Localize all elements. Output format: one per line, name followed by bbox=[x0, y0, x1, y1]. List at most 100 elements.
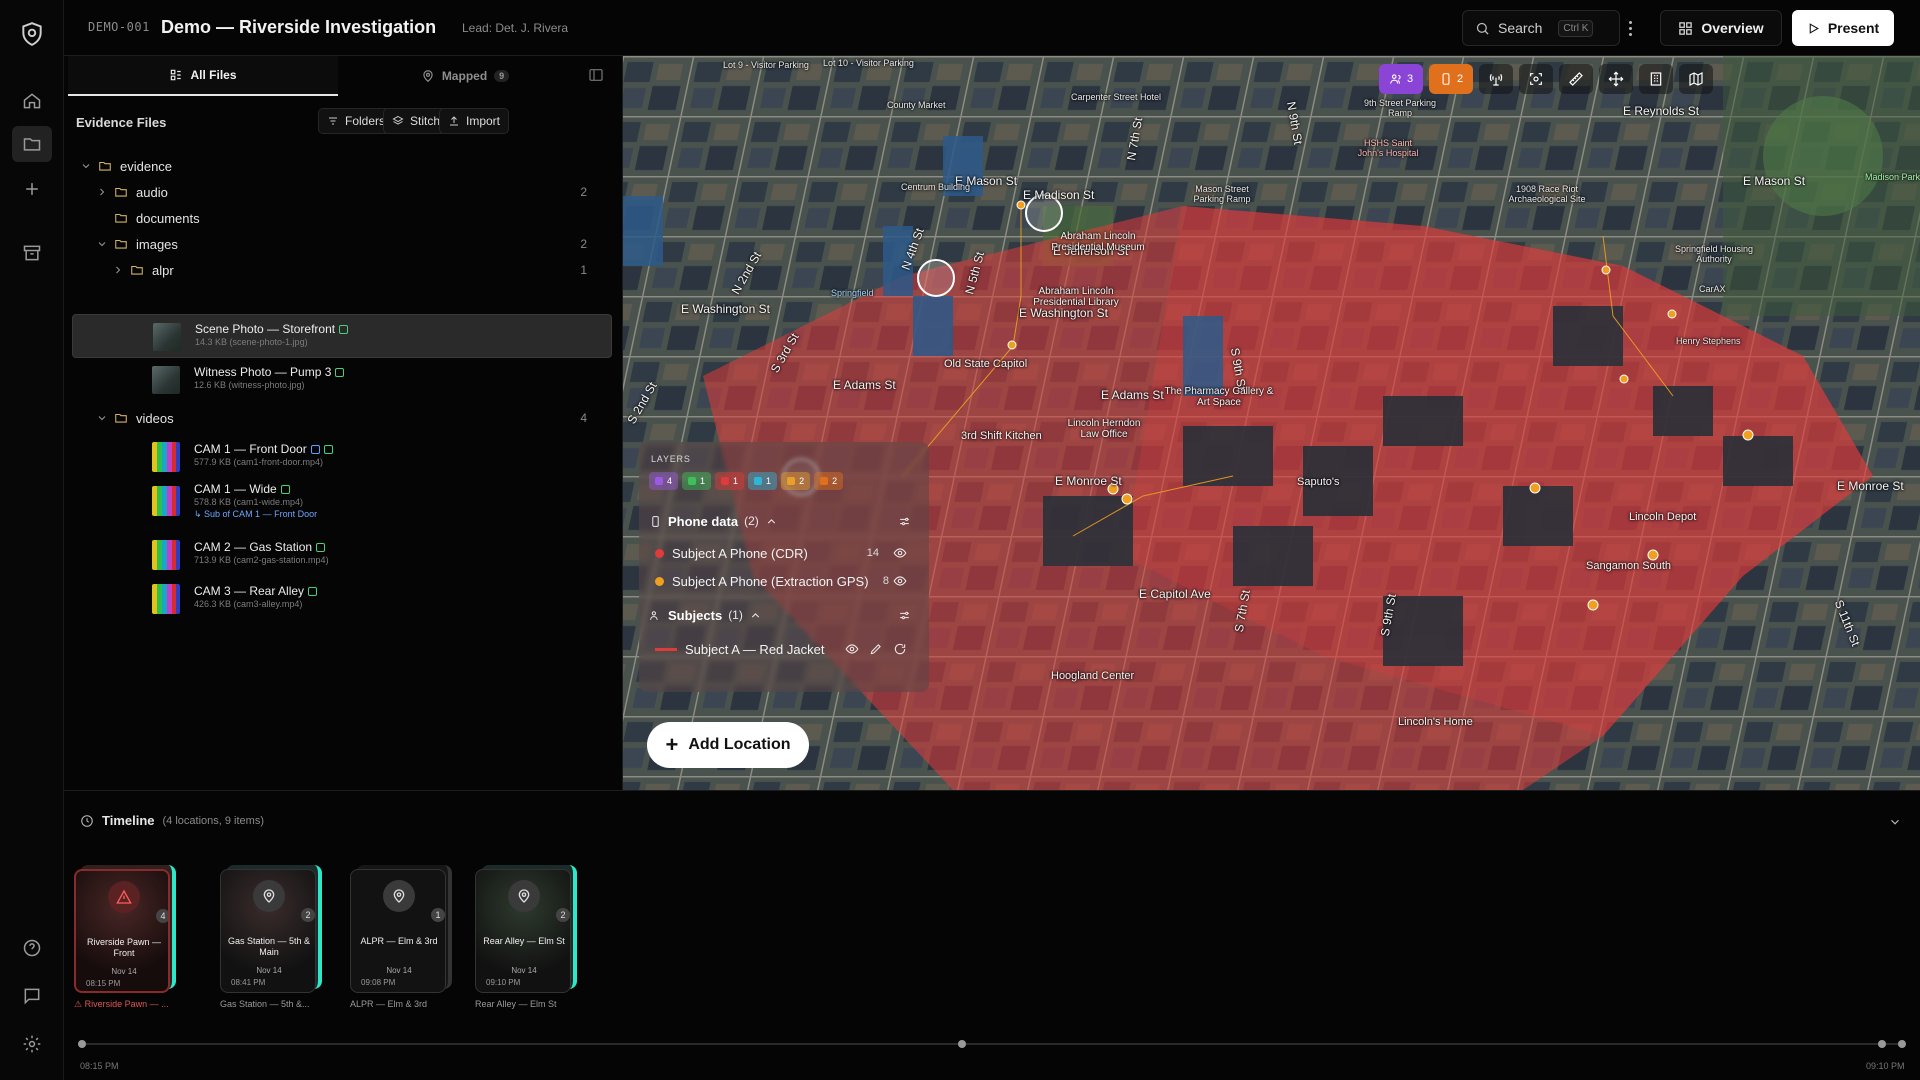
scrubber-marker[interactable] bbox=[958, 1040, 966, 1048]
poi-label[interactable]: 3rd Shift Kitchen bbox=[961, 430, 1042, 442]
poi-label[interactable]: Abraham Lincoln Presidential Museum bbox=[1043, 231, 1153, 253]
collapse-panel-icon[interactable] bbox=[588, 67, 606, 85]
measure-button[interactable] bbox=[1559, 64, 1593, 94]
scrubber-marker[interactable] bbox=[1878, 1040, 1886, 1048]
buildings-button[interactable] bbox=[1639, 64, 1673, 94]
folder-count: 4 bbox=[580, 411, 587, 425]
layer-chip[interactable]: 1 bbox=[715, 472, 745, 490]
search-button[interactable]: Search Ctrl K bbox=[1462, 10, 1620, 46]
folder-documents[interactable]: documents bbox=[64, 204, 623, 232]
shield-logo-icon[interactable] bbox=[18, 20, 46, 48]
layer-chip[interactable]: 1 bbox=[748, 472, 778, 490]
chevron-right-icon bbox=[100, 188, 105, 196]
add-icon[interactable] bbox=[19, 176, 45, 202]
phone-layer-item[interactable]: Subject A Phone (CDR) 14 bbox=[649, 540, 919, 566]
tab-all-files[interactable]: All Files bbox=[68, 56, 338, 96]
focus-button[interactable] bbox=[1519, 64, 1553, 94]
cell-tower-button[interactable] bbox=[1479, 64, 1513, 94]
timeline-card[interactable]: 1 ALPR — Elm & 3rd Nov 14 09:08 PM ALPR … bbox=[350, 865, 452, 1009]
mapped-badge-icon bbox=[316, 543, 326, 552]
file-row[interactable]: CAM 3 — Rear Alley 426.3 KB (cam3-alley.… bbox=[72, 574, 612, 618]
overview-button[interactable]: Overview bbox=[1660, 10, 1782, 46]
search-shortcut: Ctrl K bbox=[1558, 19, 1594, 37]
feedback-icon[interactable] bbox=[19, 983, 45, 1009]
timeline-scrubber[interactable] bbox=[78, 1040, 1906, 1048]
subject-layer-item[interactable]: Subject A — Red Jacket bbox=[649, 636, 919, 662]
poi-label[interactable]: Old State Capitol bbox=[944, 358, 1027, 370]
more-menu-icon[interactable] bbox=[1620, 16, 1640, 40]
poi-label[interactable]: Henry Stephens bbox=[1676, 336, 1741, 346]
subjects-layer-toggle[interactable]: 3 bbox=[1379, 64, 1423, 94]
timeline-card[interactable]: 2 Rear Alley — Elm St Nov 14 09:10 PM Re… bbox=[475, 865, 577, 1009]
poi-label[interactable]: Saputo's bbox=[1297, 476, 1339, 488]
folder-evidence[interactable]: evidence bbox=[64, 152, 623, 180]
file-meta: 14.3 KB (scene-photo-1.jpg) bbox=[195, 337, 308, 347]
card-caption: Rear Alley — Elm St bbox=[475, 999, 557, 1009]
street-label: E Madison St bbox=[1023, 188, 1095, 202]
archive-icon[interactable] bbox=[19, 240, 45, 266]
folder-images[interactable]: images 2 bbox=[64, 230, 623, 258]
file-meta: 426.3 KB (cam3-alley.mp4) bbox=[194, 599, 303, 609]
map-pin-icon bbox=[508, 880, 540, 912]
layer-chip[interactable]: 2 bbox=[814, 472, 844, 490]
folder-count: 2 bbox=[580, 185, 587, 199]
present-button[interactable]: Present bbox=[1792, 10, 1894, 46]
tab-mapped[interactable]: Mapped 9 bbox=[340, 56, 590, 96]
import-button[interactable]: Import bbox=[439, 108, 510, 134]
street-label: E Washington St bbox=[681, 302, 770, 316]
poi-label[interactable]: Abraham Lincoln Presidential Library bbox=[1021, 286, 1131, 308]
mapped-badge-icon bbox=[280, 485, 290, 494]
home-icon[interactable] bbox=[19, 88, 45, 114]
chevron-right-icon bbox=[116, 266, 121, 274]
scrubber-marker[interactable] bbox=[78, 1040, 86, 1048]
case-title[interactable]: Demo — Riverside Investigation bbox=[161, 17, 436, 38]
folder-videos[interactable]: videos 4 bbox=[64, 404, 623, 432]
poi-label: County Market bbox=[887, 100, 946, 110]
eye-icon[interactable] bbox=[845, 642, 859, 656]
poi-label[interactable]: Lincoln Herndon Law Office bbox=[1059, 418, 1149, 440]
sliders-icon[interactable] bbox=[898, 609, 911, 622]
phone-data-section-header[interactable]: Phone data (2) bbox=[649, 506, 919, 536]
pan-button[interactable] bbox=[1599, 64, 1633, 94]
file-row[interactable]: CAM 1 — Wide 578.8 KB (cam1-wide.mp4) ↳ … bbox=[72, 476, 612, 520]
phone-layer-count: 8 bbox=[882, 575, 889, 587]
file-row[interactable]: CAM 1 — Front Door 577.9 KB (cam1-front-… bbox=[72, 432, 612, 476]
layer-chip[interactable]: 4 bbox=[649, 472, 679, 490]
file-sub-link[interactable]: ↳ Sub of CAM 1 — Front Door bbox=[194, 509, 317, 520]
card-date: Nov 14 bbox=[111, 967, 137, 976]
mapped-badge-icon bbox=[339, 325, 349, 334]
subject-layer-label: Subject A — Red Jacket bbox=[685, 641, 825, 657]
file-row[interactable]: Witness Photo — Pump 3 12.6 KB (witness-… bbox=[72, 358, 612, 402]
subjects-section-header[interactable]: Subjects (1) bbox=[649, 600, 919, 630]
folder-alpr[interactable]: alpr 1 bbox=[64, 256, 623, 284]
sliders-icon[interactable] bbox=[898, 515, 911, 528]
timeline-card[interactable]: 4 Riverside Pawn — Front Nov 14 08:15 PM… bbox=[74, 865, 176, 1009]
poi-label[interactable]: Sangamon South bbox=[1586, 560, 1671, 572]
chevron-down-icon[interactable] bbox=[1888, 815, 1902, 834]
phone-icon bbox=[652, 515, 659, 527]
phone-layer-item[interactable]: Subject A Phone (Extraction GPS) 8 bbox=[649, 568, 919, 594]
refresh-icon[interactable] bbox=[893, 642, 907, 656]
map-view[interactable]: E Mason St E Madison St E Jefferson St E… bbox=[623, 56, 1920, 790]
layer-chip[interactable]: 2 bbox=[781, 472, 811, 490]
add-location-button[interactable]: + Add Location bbox=[647, 722, 809, 768]
file-row[interactable]: CAM 2 — Gas Station 713.9 KB (cam2-gas-s… bbox=[72, 530, 612, 574]
poi-label[interactable]: Hoogland Center bbox=[1051, 670, 1134, 682]
poi-label[interactable]: Lincoln's Home bbox=[1398, 716, 1473, 728]
layer-chip[interactable]: 1 bbox=[682, 472, 712, 490]
poi-label[interactable]: Lincoln Depot bbox=[1629, 511, 1696, 523]
scrubber-marker[interactable] bbox=[1898, 1040, 1906, 1048]
edit-pencil-icon[interactable] bbox=[869, 642, 883, 656]
folder-audio[interactable]: audio 2 bbox=[64, 178, 623, 206]
files-icon[interactable] bbox=[12, 126, 52, 162]
timeline-card[interactable]: 2 Gas Station — 5th & Main Nov 14 08:41 … bbox=[220, 865, 322, 1009]
settings-gear-icon[interactable] bbox=[19, 1031, 45, 1057]
eye-icon[interactable] bbox=[893, 546, 907, 560]
street-label: E Adams St bbox=[833, 378, 896, 392]
map-style-button[interactable] bbox=[1679, 64, 1713, 94]
poi-label[interactable]: The Pharmacy Gallery & Art Space bbox=[1159, 386, 1279, 408]
file-row[interactable]: Scene Photo — Storefront 14.3 KB (scene-… bbox=[72, 314, 612, 358]
help-icon[interactable] bbox=[19, 935, 45, 961]
eye-icon[interactable] bbox=[893, 574, 907, 588]
phones-layer-toggle[interactable]: 2 bbox=[1429, 64, 1473, 94]
